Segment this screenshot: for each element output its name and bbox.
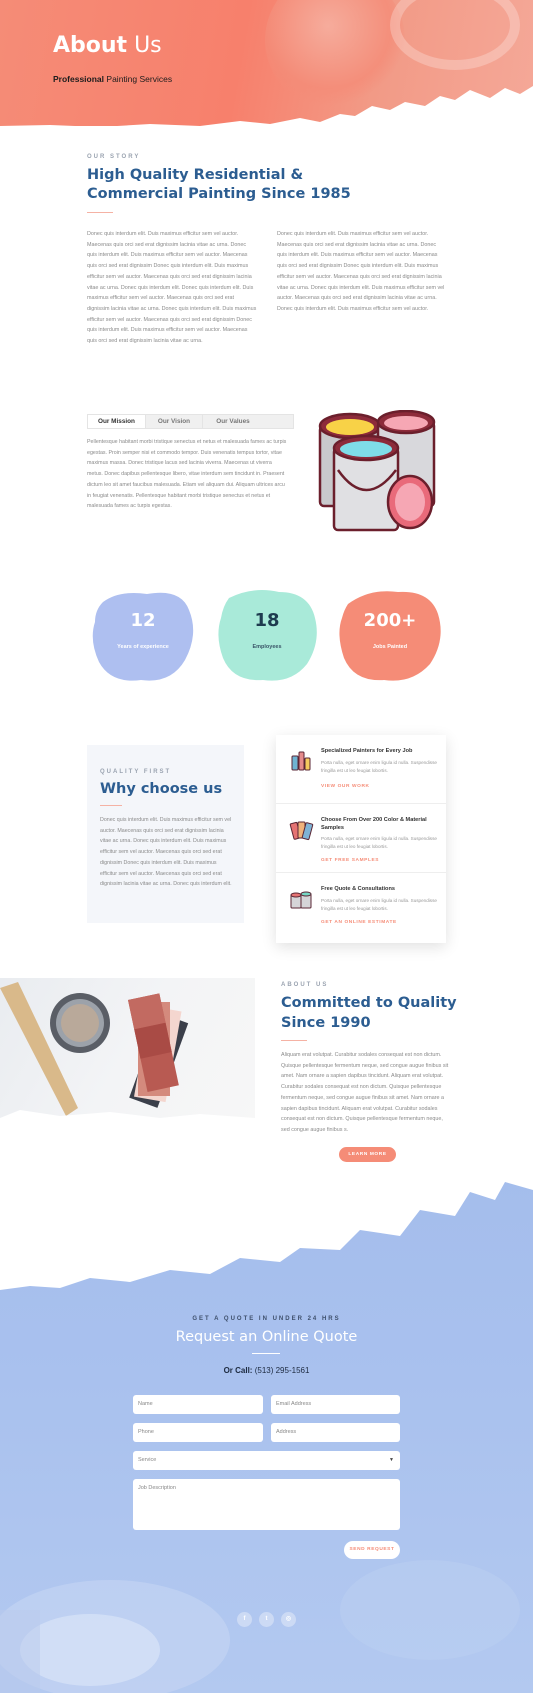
tab-our-values[interactable]: Our Values [203, 415, 263, 428]
story-title-line2: Commercial Painting Since 1985 [87, 186, 351, 202]
story-divider [87, 212, 113, 213]
quote-divider [252, 1353, 280, 1354]
stat-employees-number: 18 [254, 610, 280, 631]
feature-item: Free Quote & Consultations Porta nulla, … [276, 873, 446, 942]
feature-item: Choose From Over 200 Color & Material Sa… [276, 804, 446, 873]
job-description-textarea[interactable]: Job Description [133, 1479, 400, 1530]
about-eyebrow: ABOUT US [281, 982, 329, 988]
stat-jobs-label: Jobs Painted [372, 644, 408, 650]
service-select-value: Service [138, 1457, 157, 1463]
why-eyebrow: QUALITY FIRST [100, 769, 172, 775]
stat-years-blob [92, 592, 194, 681]
page-title-light: Us [134, 33, 162, 58]
painters-tools-icon [291, 751, 311, 771]
email-field[interactable]: Email Address [271, 1395, 400, 1414]
story-eyebrow: OUR STORY [87, 154, 141, 160]
page-title: About Us [53, 33, 162, 58]
hero-paint-can-rim [390, 0, 520, 70]
page-subtitle-bold: Professional [53, 74, 105, 84]
get-online-estimate-link[interactable]: GET AN ONLINE ESTIMATE [321, 920, 397, 925]
quote-title: Request an Online Quote [175, 1329, 358, 1345]
stat-jobs-blob [339, 591, 441, 681]
quote-eyebrow: GET A QUOTE IN UNDER 24 HRS [192, 1316, 341, 1322]
phone-number: (513) 295-1561 [254, 1366, 310, 1375]
feature-text: Porta nulla, eget ornare enim ligula id … [321, 898, 437, 911]
why-choose-card: QUALITY FIRST Why choose us Donec quis i… [87, 745, 244, 923]
mission-tabs: Our Mission Our Vision Our Values [87, 414, 294, 429]
story-paragraph-right: Donec quis interdum elit. Duis maximus e… [277, 231, 445, 312]
feature-text: Porta nulla, eget ornare enim ligula id … [321, 836, 437, 849]
features-panel: Specialized Painters for Every Job Porta… [276, 735, 446, 943]
stat-employees-label: Employees [252, 644, 282, 650]
why-divider [100, 805, 122, 806]
feature-title: Choose From Over 200 Color & Material Sa… [321, 817, 427, 831]
tab-content: Pellentesque habitant morbi tristique se… [87, 439, 287, 510]
feature-title: Specialized Painters for Every Job [321, 748, 413, 754]
paint-swatches-image [0, 982, 255, 1128]
chevron-down-icon: ▼ [389, 1457, 394, 1463]
service-select[interactable]: Service ▼ [133, 1451, 400, 1470]
name-field[interactable]: Name [133, 1395, 263, 1414]
why-paragraph: Donec quis interdum elit. Duis maximus e… [100, 817, 232, 888]
instagram-icon[interactable]: ◎ [281, 1612, 296, 1627]
about-image [0, 978, 255, 1128]
paint-cans-icon [290, 891, 312, 909]
stat-jobs-number: 200+ [363, 610, 417, 631]
call-label: Or Call: [223, 1366, 253, 1375]
send-request-button[interactable]: SEND REQUEST [344, 1541, 400, 1559]
about-divider [281, 1040, 307, 1041]
quote-phone-line: Or Call: (513) 295-1561 [0, 1366, 533, 1375]
story-paragraph-left: Donec quis interdum elit. Duis maximus e… [87, 231, 257, 345]
stat-years-number: 12 [130, 610, 156, 631]
page-subtitle-rest: Painting Services [106, 74, 173, 84]
address-field[interactable]: Address [271, 1423, 400, 1442]
tab-our-vision[interactable]: Our Vision [146, 415, 203, 428]
about-paragraph: Aliquam erat volutpat. Curabitur sodales… [281, 1052, 449, 1133]
get-free-samples-link[interactable]: GET FREE SAMPLES [321, 858, 379, 863]
about-title: Committed to Quality Since 1990 [281, 993, 457, 1033]
stat-employees: 18 Employees [213, 584, 321, 686]
story-title-line1: High Quality Residential & [87, 167, 304, 183]
tab-our-mission[interactable]: Our Mission [88, 415, 146, 428]
stat-years: 12 Years of experience [89, 584, 197, 686]
view-our-work-link[interactable]: VIEW OUR WORK [321, 784, 370, 789]
twitter-icon[interactable]: t [259, 1612, 274, 1627]
page-subtitle: Professional Painting Services [53, 74, 172, 84]
phone-field[interactable]: Phone [133, 1423, 263, 1442]
feature-item: Specialized Painters for Every Job Porta… [276, 735, 446, 804]
why-title: Why choose us [100, 781, 223, 797]
page-title-bold: About [53, 33, 128, 58]
stat-years-label: Years of experience [117, 644, 169, 650]
stat-jobs: 200+ Jobs Painted [336, 584, 444, 686]
torn-paper-divider [0, 86, 533, 136]
paint-cans-illustration [318, 410, 436, 532]
color-swatch-icon [289, 821, 314, 841]
about-title-line2: Since 1990 [281, 1015, 371, 1031]
about-title-line1: Committed to Quality [281, 995, 457, 1011]
story-title: High Quality Residential & Commercial Pa… [87, 166, 351, 204]
facebook-icon[interactable]: f [237, 1612, 252, 1627]
feature-text: Porta nulla, eget ornare enim ligula id … [321, 760, 437, 773]
stat-employees-blob [218, 590, 317, 681]
feature-title: Free Quote & Consultations [321, 886, 395, 892]
learn-more-button[interactable]: LEARN MORE [339, 1147, 396, 1162]
